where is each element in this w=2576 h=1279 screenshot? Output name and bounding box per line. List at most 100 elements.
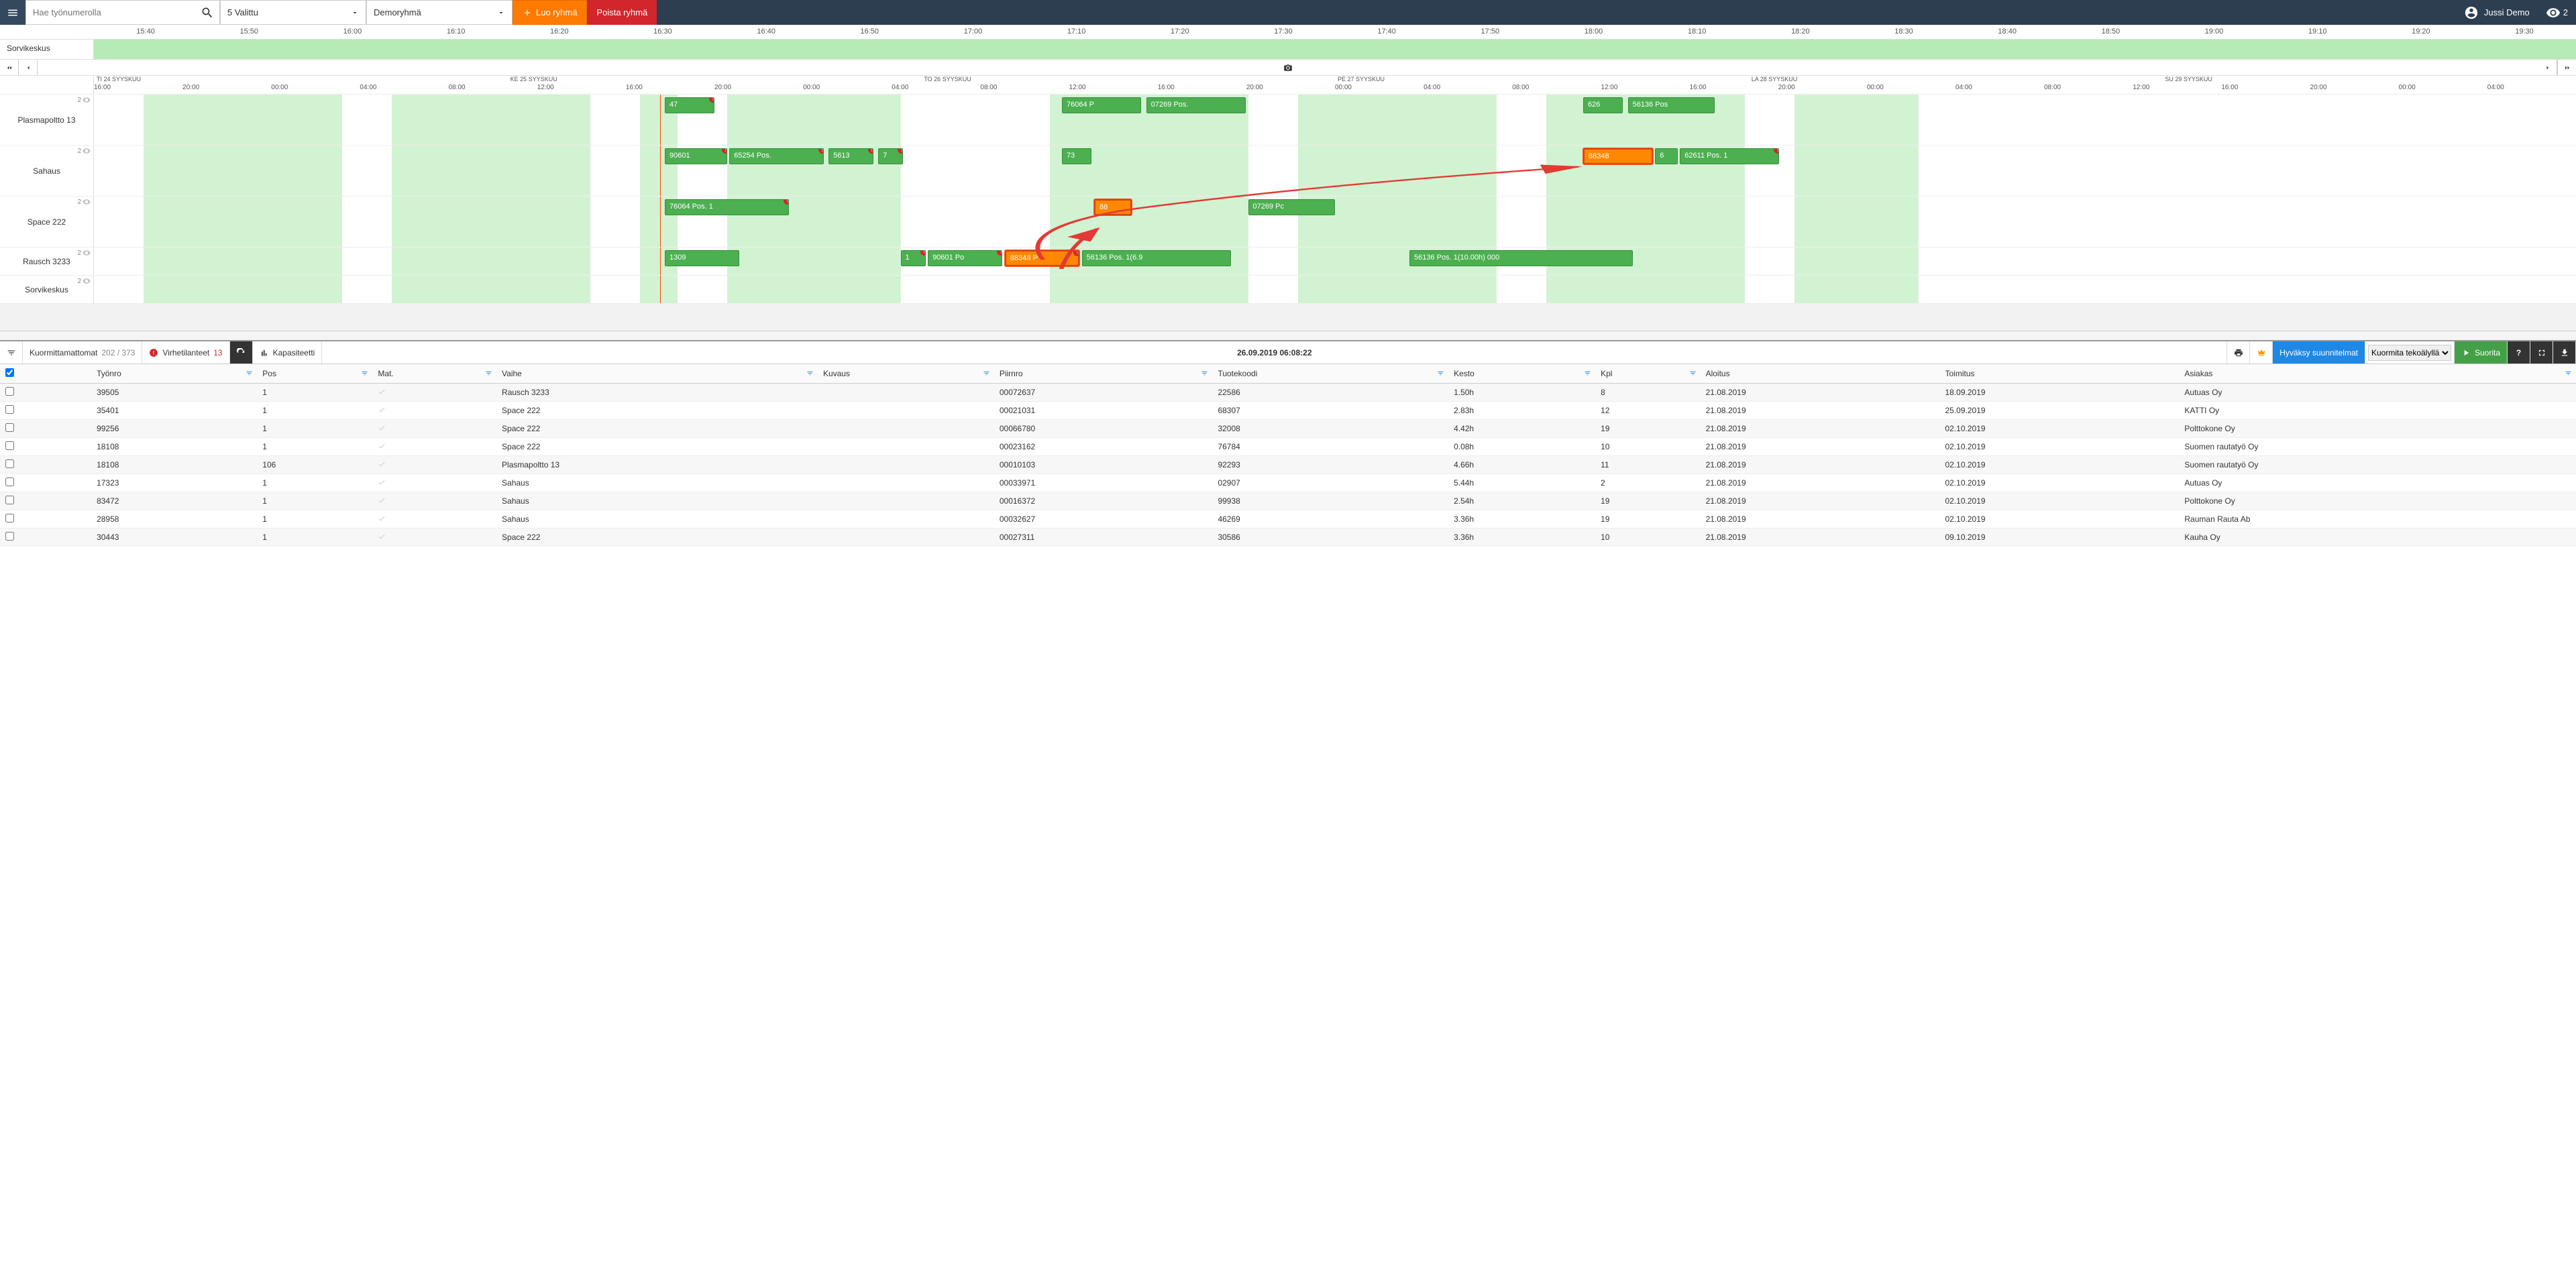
help-button[interactable]: ? — [2508, 341, 2530, 364]
camera-icon[interactable] — [1283, 63, 1293, 72]
select-all-checkbox[interactable] — [5, 368, 14, 377]
cell: 25.09.2019 — [1939, 402, 2179, 420]
column-header[interactable]: Toimitus — [1939, 364, 2179, 384]
gantt-task[interactable]: 90601 Po! — [928, 250, 1002, 266]
column-header[interactable]: Asiakas — [2179, 364, 2576, 384]
refresh-button[interactable] — [230, 341, 253, 364]
row-checkbox[interactable] — [5, 459, 14, 468]
table-row[interactable]: 304431Space 22200027311305863.36h1021.08… — [0, 529, 2576, 547]
gantt-task[interactable]: 1! — [901, 250, 926, 266]
gantt-task[interactable]: 88 — [1094, 199, 1132, 215]
execute-button[interactable]: Suorita — [2455, 341, 2508, 364]
filter-icon[interactable] — [983, 370, 990, 379]
table-row[interactable]: 992561Space 22200066780320084.42h1921.08… — [0, 420, 2576, 438]
gantt-task[interactable]: 65254 Pos.! — [729, 148, 824, 164]
row-checkbox[interactable] — [5, 405, 14, 414]
nav-back-button[interactable] — [19, 60, 38, 75]
check-icon — [378, 425, 386, 434]
gantt-lane[interactable] — [94, 276, 2576, 303]
column-header[interactable]: Aloitus — [1701, 364, 1940, 384]
column-header[interactable]: Työnro — [91, 364, 257, 384]
filter-icon[interactable] — [361, 370, 368, 379]
gantt-task[interactable]: 6 — [1655, 148, 1677, 164]
column-header[interactable]: Tuotekoodi — [1212, 364, 1448, 384]
gantt-scrollbar[interactable] — [0, 304, 2576, 331]
gantt-lane[interactable]: 47! 76064 P 07269 Pos. 626 56136 Pos — [94, 95, 2576, 145]
row-checkbox[interactable] — [5, 478, 14, 486]
row-checkbox[interactable] — [5, 532, 14, 541]
print-button[interactable] — [2227, 341, 2250, 364]
delete-group-button[interactable]: Poista ryhmä — [587, 0, 657, 25]
row-checkbox[interactable] — [5, 387, 14, 396]
gantt-task[interactable]: 07269 Pos. — [1146, 97, 1246, 113]
download-button[interactable] — [2553, 341, 2576, 364]
nav-fast-forward-button[interactable] — [2557, 60, 2576, 75]
unloaded-tab[interactable]: Kuormittamattomat 202 / 373 — [23, 341, 142, 364]
row-checkbox[interactable] — [5, 423, 14, 432]
fullscreen-button[interactable] — [2530, 341, 2553, 364]
capacity-tab[interactable]: Kapasiteetti — [253, 341, 323, 364]
table-row[interactable]: 173231Sahaus00033971029075.44h221.08.201… — [0, 474, 2576, 492]
table-row[interactable]: 289581Sahaus00032627462693.36h1921.08.20… — [0, 510, 2576, 529]
gantt-task[interactable]: 73 — [1062, 148, 1091, 164]
premium-button[interactable] — [2250, 341, 2273, 364]
column-header[interactable]: Vaihe — [496, 364, 818, 384]
row-checkbox[interactable] — [5, 514, 14, 522]
selection-dropdown[interactable]: 5 Valittu — [220, 0, 366, 25]
row-checkbox[interactable] — [5, 441, 14, 450]
ai-mode-select[interactable]: Kuormita tekoälyllä — [2368, 345, 2451, 361]
filter-icon[interactable] — [806, 370, 814, 379]
gantt-task[interactable]: 88348 — [1583, 148, 1653, 164]
filter-icon[interactable] — [246, 370, 253, 379]
column-header[interactable]: Kuvaus — [818, 364, 994, 384]
gantt-lane[interactable]: 90601!65254 Pos.!5613! 7! 73 88348662611 Po… — [94, 146, 2576, 196]
filter-icon[interactable] — [1437, 370, 1444, 379]
table-row[interactable]: 395051Rausch 323300072637225861.50h821.0… — [0, 384, 2576, 402]
hour-label: 12:00 — [537, 84, 626, 94]
group-dropdown[interactable]: Demoryhmä — [366, 0, 513, 25]
nav-forward-button[interactable] — [2538, 60, 2557, 75]
filter-icon[interactable] — [485, 370, 492, 379]
table-row[interactable]: 834721Sahaus00016372999382.54h1921.08.20… — [0, 492, 2576, 510]
table-row[interactable]: 354011Space 22200021031683072.83h1221.08… — [0, 402, 2576, 420]
column-header[interactable]: Kesto — [1448, 364, 1595, 384]
table-row[interactable]: 181081Space 22200023162767840.08h1021.08… — [0, 438, 2576, 456]
nav-fast-back-button[interactable] — [0, 60, 19, 75]
gantt-task[interactable]: 07269 Pc — [1248, 199, 1336, 215]
gantt-task[interactable]: 7! — [878, 148, 903, 164]
gantt-task[interactable]: 56136 Pos. 1(6.9 — [1082, 250, 1231, 266]
table-row[interactable]: 18108106Plasmapoltto 1300010103922934.66… — [0, 456, 2576, 474]
gantt-task[interactable]: 5613! — [828, 148, 873, 164]
gantt-lane[interactable]: 76064 Pos. 1! 88 07269 Pc — [94, 197, 2576, 247]
collapse-panel-button[interactable] — [0, 341, 23, 364]
user-menu[interactable]: Jussi Demo — [2456, 0, 2538, 25]
gantt-task[interactable]: 56136 Pos. 1(10.00h) 000 — [1409, 250, 1633, 266]
approve-button[interactable]: Hyväksy suunnitelmat — [2273, 341, 2365, 364]
gantt-task[interactable]: 626 — [1583, 97, 1623, 113]
gantt-task[interactable]: 76064 P — [1062, 97, 1141, 113]
menu-button[interactable] — [0, 0, 25, 25]
filter-icon[interactable] — [1689, 370, 1697, 379]
filter-icon[interactable] — [1584, 370, 1591, 379]
column-header[interactable]: Mat. — [372, 364, 496, 384]
search-button[interactable] — [195, 6, 219, 19]
gantt-task[interactable]: 90601! — [665, 148, 727, 164]
column-header[interactable]: Pos — [257, 364, 372, 384]
create-group-button[interactable]: Luo ryhmä — [513, 0, 587, 25]
column-header[interactable] — [0, 364, 91, 384]
gantt-task[interactable]: 62611 Pos. 1! — [1680, 148, 1779, 164]
column-header[interactable]: Kpl — [1595, 364, 1700, 384]
gantt-task[interactable]: 88348 P! — [1005, 250, 1079, 266]
gantt-task[interactable]: 56136 Pos — [1628, 97, 1715, 113]
search-input[interactable] — [26, 7, 195, 17]
column-header[interactable]: Piirnro — [994, 364, 1213, 384]
gantt-lane[interactable]: 1309 1!90601 Po!88348 P!56136 Pos. 1(6.9 5… — [94, 247, 2576, 275]
error-badge-icon: ! — [1073, 250, 1079, 256]
filter-icon[interactable] — [2565, 370, 2572, 379]
gantt-task[interactable]: 1309 — [665, 250, 739, 266]
errors-tab[interactable]: Virhetilanteet 13 — [142, 341, 229, 364]
gantt-task[interactable]: 47! — [665, 97, 714, 113]
row-checkbox[interactable] — [5, 496, 14, 504]
gantt-task[interactable]: 76064 Pos. 1! — [665, 199, 789, 215]
filter-icon[interactable] — [1201, 370, 1208, 379]
